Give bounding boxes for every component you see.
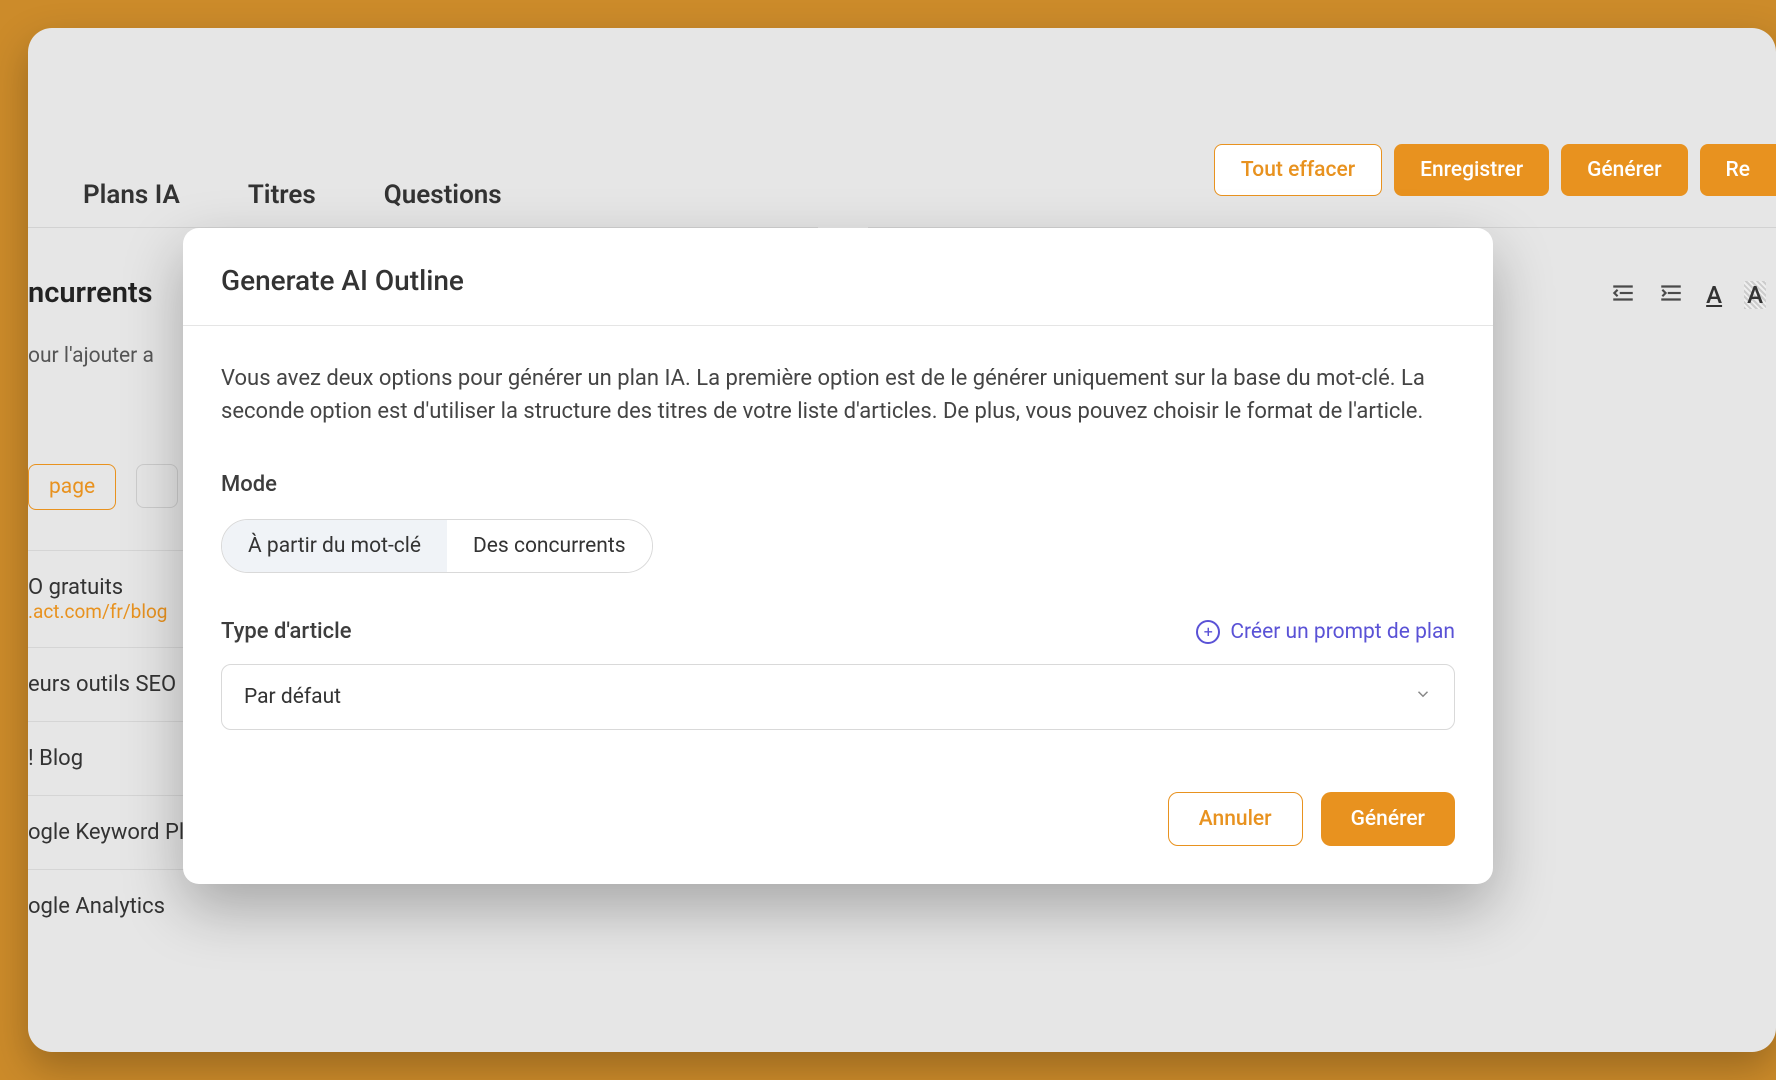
generate-button[interactable]: Générer <box>1561 144 1687 196</box>
modal-body: Vous avez deux options pour générer un p… <box>183 326 1493 758</box>
page-pill[interactable]: page <box>28 464 116 510</box>
save-button[interactable]: Enregistrer <box>1394 144 1549 196</box>
cancel-button[interactable]: Annuler <box>1168 792 1303 846</box>
tab-questions[interactable]: Questions <box>384 180 502 210</box>
mode-label: Mode <box>221 472 1455 497</box>
article-type-select[interactable]: Par défaut <box>221 664 1455 730</box>
left-panel-content: ncurrents our l'ajouter a page <box>28 276 198 510</box>
tab-plans-ia[interactable]: Plans IA <box>83 180 180 210</box>
modal-description: Vous avez deux options pour générer un p… <box>221 362 1455 428</box>
modal-title: Generate AI Outline <box>221 264 1455 297</box>
mode-from-keyword[interactable]: À partir du mot-clé <box>222 520 447 572</box>
clear-all-button[interactable]: Tout effacer <box>1214 144 1382 196</box>
empty-pill[interactable] <box>136 464 178 508</box>
header-actions: Tout effacer Enregistrer Générer Re <box>1214 144 1776 196</box>
font-color-icon[interactable]: A <box>1706 281 1722 309</box>
editor-toolbar: A A <box>1610 280 1766 310</box>
generate-outline-button[interactable]: Générer <box>1321 792 1455 846</box>
select-value: Par défaut <box>244 685 341 709</box>
highlight-icon[interactable]: A <box>1744 281 1766 309</box>
create-prompt-label: Créer un prompt de plan <box>1230 620 1455 644</box>
indent-icon[interactable] <box>1658 280 1684 310</box>
modal-footer: Annuler Générer <box>183 758 1493 884</box>
article-type-label: Type d'article <box>221 619 352 644</box>
subtitle-fragment: our l'ajouter a <box>28 344 198 368</box>
modal-header: Generate AI Outline <box>183 228 1493 326</box>
mode-toggle-group: À partir du mot-clé Des concurrents <box>221 519 653 573</box>
tab-titres[interactable]: Titres <box>248 180 316 210</box>
refresh-button-partial[interactable]: Re <box>1700 144 1776 196</box>
left-tabs: Plans IA Titres Questions <box>83 180 502 210</box>
create-outline-prompt-link[interactable]: + Créer un prompt de plan <box>1196 620 1455 644</box>
outdent-icon[interactable] <box>1610 280 1636 310</box>
section-title-fragment: ncurrents <box>28 276 198 310</box>
chevron-down-icon <box>1414 685 1432 709</box>
plus-circle-icon: + <box>1196 620 1220 644</box>
mode-from-competitors[interactable]: Des concurrents <box>447 520 652 572</box>
generate-ai-outline-modal: Generate AI Outline Vous avez deux optio… <box>183 228 1493 884</box>
app-window: Plans IA Titres Questions Tout effacer E… <box>28 28 1776 1052</box>
